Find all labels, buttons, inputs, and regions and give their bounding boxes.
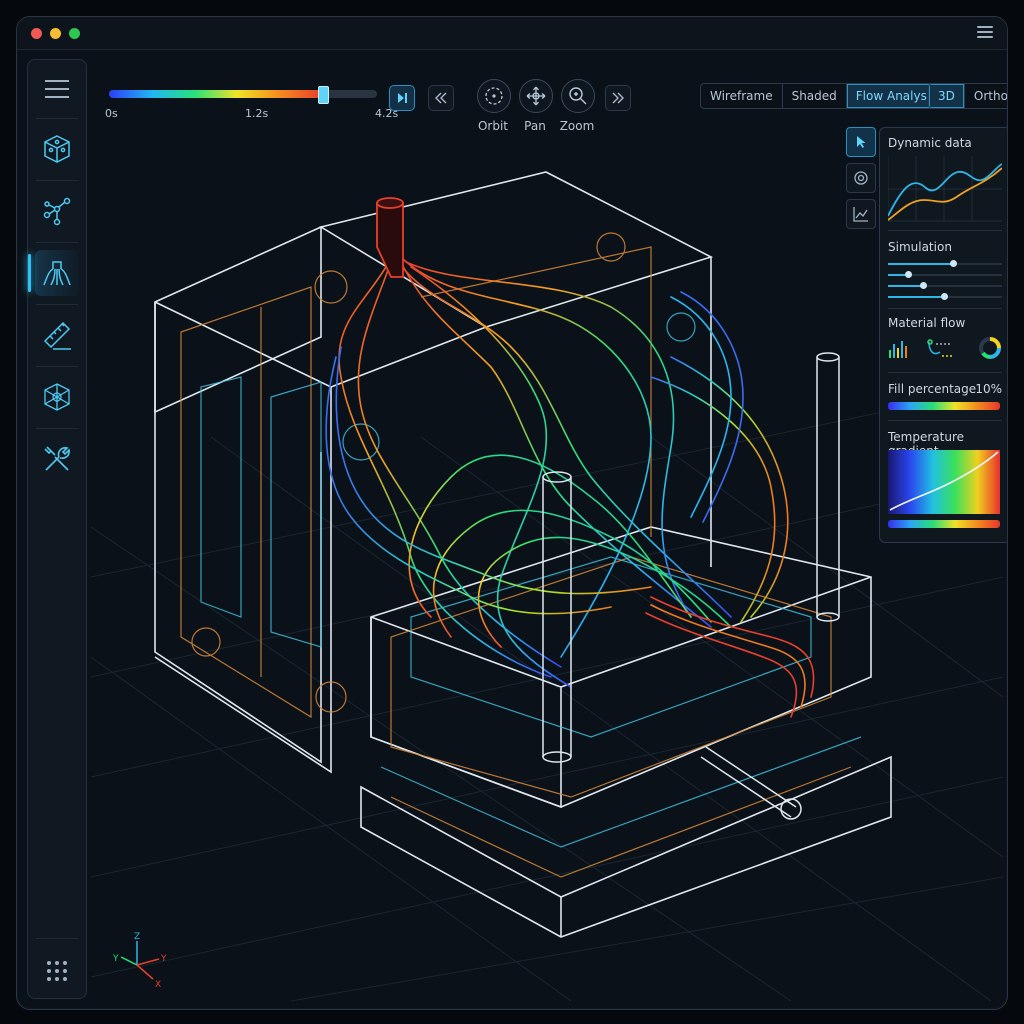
- tools-icon: [44, 446, 70, 471]
- cursor-icon: [857, 136, 866, 148]
- simulation-slider[interactable]: [888, 282, 1002, 290]
- close-window-button[interactable]: [31, 28, 42, 39]
- material-flow-title: Material flow: [888, 316, 966, 330]
- orbit-icon: [485, 87, 503, 105]
- target-tool-button[interactable]: [846, 163, 876, 193]
- line-chart-icon: [853, 207, 868, 222]
- axis-z-label: Z: [134, 932, 140, 942]
- timeline-scrubber[interactable]: 0s 1.2s 4.2s: [105, 86, 398, 127]
- panel-divider: [888, 308, 1002, 309]
- injection-flow-icon: [43, 261, 71, 286]
- sidebar-item-tools[interactable]: [35, 436, 79, 482]
- app-window: 0s 1.2s 4.2s Orbit Pan Zoom Wireframe Sh…: [16, 16, 1008, 1010]
- title-bar: [17, 17, 1007, 50]
- fill-percentage-bar: [888, 402, 1000, 410]
- flow-streamlines: [325, 246, 815, 718]
- view-mode-shaded[interactable]: Shaded: [783, 84, 847, 108]
- dynamic-data-chart[interactable]: [888, 156, 1002, 222]
- graph-tool-button[interactable]: [846, 199, 876, 229]
- view-mode-selector: Wireframe Shaded Flow Analysis: [700, 83, 947, 109]
- chevron-left-double-icon: [435, 92, 447, 104]
- axis-y-right-label: Y: [160, 954, 167, 964]
- floor-grid: [91, 386, 1003, 1001]
- zoom-tool-button[interactable]: [561, 79, 595, 113]
- node-graph-icon: [43, 197, 71, 226]
- temperature-scale-bar: [888, 520, 1000, 528]
- simulation-slider[interactable]: [888, 293, 1002, 301]
- panel-divider: [888, 420, 1002, 421]
- timeline-track[interactable]: [109, 90, 377, 98]
- projection-selector: 3D Ortho: [928, 83, 1007, 109]
- 3d-viewport[interactable]: 0s 1.2s 4.2s Orbit Pan Zoom Wireframe Sh…: [91, 57, 1007, 1001]
- sidebar-divider: [36, 366, 78, 367]
- fill-percentage-title: Fill percentage: [888, 382, 977, 396]
- donut-chart-icon[interactable]: [978, 336, 1002, 360]
- menu-icon: [45, 80, 69, 98]
- pan-icon: [526, 86, 546, 106]
- fill-percentage-value: 10%: [975, 382, 1002, 396]
- timeline-thumb[interactable]: [318, 86, 330, 104]
- app-menu-button[interactable]: [977, 26, 993, 40]
- projection-3d[interactable]: 3D: [929, 84, 965, 108]
- cube-icon: [44, 135, 70, 163]
- sidebar-item-mesh[interactable]: [35, 374, 79, 420]
- next-button[interactable]: [605, 85, 631, 111]
- timeline-start-label: 0s: [105, 107, 118, 120]
- dynamic-data-title: Dynamic data: [888, 136, 972, 150]
- view-mode-wireframe[interactable]: Wireframe: [701, 84, 783, 108]
- zoom-icon: [569, 87, 587, 105]
- sidebar-item-model[interactable]: [35, 126, 79, 172]
- mesh-icon: [44, 383, 70, 411]
- simulation-title: Simulation: [888, 240, 952, 254]
- ruler-icon: [43, 321, 71, 350]
- sidebar-menu-button[interactable]: [35, 66, 79, 112]
- simulation-slider[interactable]: [888, 260, 1002, 268]
- temperature-gradient-chart[interactable]: [888, 450, 1000, 514]
- sidebar-item-flow-analysis[interactable]: [28, 250, 79, 296]
- axis-y-left-label: Y: [112, 954, 119, 964]
- mold-plates: [180, 232, 852, 878]
- maximize-window-button[interactable]: [69, 28, 80, 39]
- grid-dots-icon: [47, 961, 67, 981]
- timeline-mid-label: 1.2s: [245, 107, 269, 120]
- chevron-right-double-icon: [612, 92, 624, 104]
- sidebar-divider: [36, 180, 78, 181]
- sidebar-divider: [36, 304, 78, 305]
- sidebar-item-nodes[interactable]: [35, 188, 79, 234]
- minimize-window-button[interactable]: [50, 28, 61, 39]
- ejector-pins: [542, 352, 840, 820]
- sidebar-apps-button[interactable]: [35, 948, 79, 994]
- flow-path-icon[interactable]: [926, 338, 956, 360]
- play-step-icon: [398, 93, 407, 103]
- axis-x-label: X: [155, 980, 161, 990]
- sidebar-divider: [36, 938, 78, 939]
- simulation-slider[interactable]: [888, 271, 1002, 279]
- panel-divider: [888, 230, 1002, 231]
- target-icon: [854, 171, 868, 185]
- sidebar: [27, 59, 87, 999]
- sidebar-divider: [36, 428, 78, 429]
- sidebar-divider: [36, 242, 78, 243]
- axis-triad-icon: Z Y Y X: [112, 932, 167, 990]
- timeline-progress: [109, 90, 324, 98]
- bar-chart-icon[interactable]: [888, 338, 912, 360]
- analysis-panel: Dynamic data Simulation Material flow Fi…: [879, 127, 1007, 543]
- mold-frame: [154, 171, 892, 938]
- sidebar-item-measure[interactable]: [35, 312, 79, 358]
- projection-ortho[interactable]: Ortho: [965, 84, 1007, 108]
- orbit-tool-button[interactable]: [477, 79, 511, 113]
- sprue-inlet: [376, 197, 404, 278]
- step-play-button[interactable]: [389, 85, 415, 111]
- previous-button[interactable]: [428, 85, 454, 111]
- select-tool-button[interactable]: [846, 127, 876, 157]
- panel-divider: [888, 372, 1002, 373]
- zoom-label: Zoom: [559, 119, 595, 133]
- pan-tool-button[interactable]: [519, 79, 553, 113]
- sidebar-divider: [36, 118, 78, 119]
